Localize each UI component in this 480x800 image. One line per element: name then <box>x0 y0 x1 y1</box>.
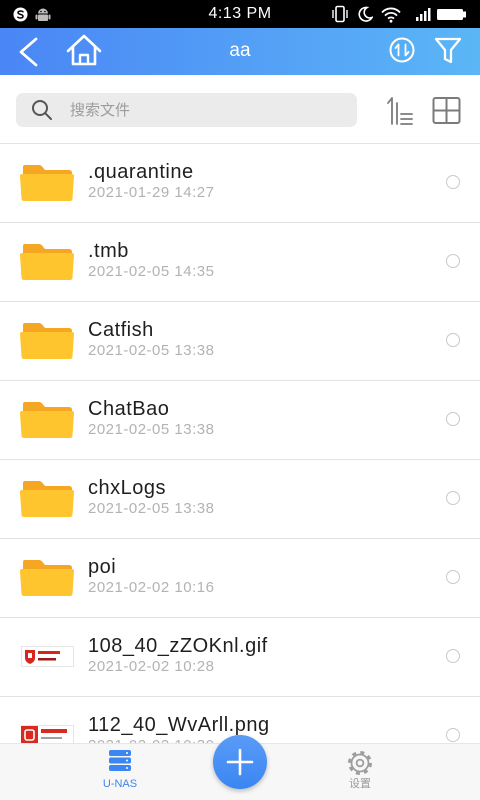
file-date: 2021-02-05 13:38 <box>88 500 215 517</box>
grid-view-icon <box>432 97 461 124</box>
server-icon <box>109 750 131 771</box>
header-bar: aa <box>0 28 480 75</box>
select-radio[interactable] <box>446 412 460 426</box>
sort-icon <box>387 97 413 125</box>
android-icon <box>35 8 51 21</box>
file-name: .quarantine <box>88 161 194 183</box>
select-radio[interactable] <box>446 570 460 584</box>
nav-label-settings: 设置 <box>349 778 371 790</box>
select-radio[interactable] <box>446 491 460 505</box>
nav-item-settings[interactable]: 设置 <box>300 744 420 800</box>
page-title: aa <box>229 40 251 61</box>
file-row[interactable]: chxLogs 2021-02-05 13:38 <box>0 460 480 539</box>
file-name: .tmb <box>88 240 129 262</box>
select-radio[interactable] <box>446 728 460 742</box>
signal-icon <box>416 8 431 21</box>
gear-icon <box>348 751 372 775</box>
s-circle-icon <box>13 7 28 22</box>
moon-icon <box>358 6 373 22</box>
file-date: 2021-02-05 13:38 <box>88 342 215 359</box>
home-icon <box>66 34 102 66</box>
file-name: chxLogs <box>88 477 166 499</box>
search-bar <box>0 75 480 144</box>
select-radio[interactable] <box>446 254 460 268</box>
file-name: ChatBao <box>88 398 170 420</box>
file-date: 2021-02-05 13:38 <box>88 421 215 438</box>
battery-icon <box>437 9 466 20</box>
search-input[interactable] <box>70 93 345 127</box>
file-name: poi <box>88 556 117 578</box>
search-icon <box>32 100 52 120</box>
file-date: 2021-02-05 14:35 <box>88 263 215 280</box>
nav-label-u-nas: U-NAS <box>102 778 138 790</box>
filter-icon <box>434 37 462 64</box>
file-date: 2021-02-02 10:28 <box>88 658 215 675</box>
file-row[interactable]: .quarantine 2021-01-29 14:27 <box>0 144 480 223</box>
add-button[interactable] <box>213 735 267 789</box>
folder-icon <box>20 560 74 596</box>
red-logo-thumbnail-icon <box>21 646 74 667</box>
file-row[interactable]: .tmb 2021-02-05 14:35 <box>0 223 480 302</box>
home-button[interactable] <box>64 32 104 72</box>
file-date: 2021-01-29 14:27 <box>88 184 215 201</box>
file-name: 108_40_zZOKnl.gif <box>88 635 268 657</box>
file-name: Catfish <box>88 319 154 341</box>
nav-item-u-nas[interactable]: U-NAS <box>60 744 180 800</box>
folder-icon <box>20 402 74 438</box>
sort-toggle-button[interactable] <box>388 36 416 64</box>
folder-icon <box>20 481 74 517</box>
view-toggle-button[interactable] <box>430 95 464 127</box>
vibrate-icon <box>332 5 348 23</box>
select-radio[interactable] <box>446 649 460 663</box>
back-button[interactable] <box>12 34 46 70</box>
swap-vertical-circle-icon <box>389 37 415 63</box>
file-list[interactable]: .quarantine 2021-01-29 14:27 .tmb 2021-02-0… <box>0 144 480 800</box>
file-date: 2021-02-02 10:16 <box>88 579 215 596</box>
file-name: 112_40_WvArll.png <box>88 714 270 736</box>
sort-button[interactable] <box>382 95 416 127</box>
plus-icon <box>226 748 254 776</box>
wifi-icon <box>381 7 401 23</box>
select-radio[interactable] <box>446 175 460 189</box>
search-box[interactable] <box>16 93 357 127</box>
file-row[interactable]: 108_40_zZOKnl.gif 2021-02-02 10:28 <box>0 618 480 697</box>
file-row[interactable]: ChatBao 2021-02-05 13:38 <box>0 381 480 460</box>
status-bar: 4:13 PM <box>0 0 480 28</box>
filter-button[interactable] <box>432 36 464 66</box>
select-radio[interactable] <box>446 333 460 347</box>
app-screen: 4:13 PM aa 搜索文件 .quarantine 2021-01-29 1… <box>0 0 480 800</box>
folder-icon <box>20 165 74 201</box>
file-row[interactable]: Catfish 2021-02-05 13:38 <box>0 302 480 381</box>
status-time: 4:13 PM <box>208 5 272 22</box>
file-row[interactable]: poi 2021-02-02 10:16 <box>0 539 480 618</box>
folder-icon <box>20 244 74 280</box>
chevron-left-icon <box>19 37 38 67</box>
folder-icon <box>20 323 74 359</box>
